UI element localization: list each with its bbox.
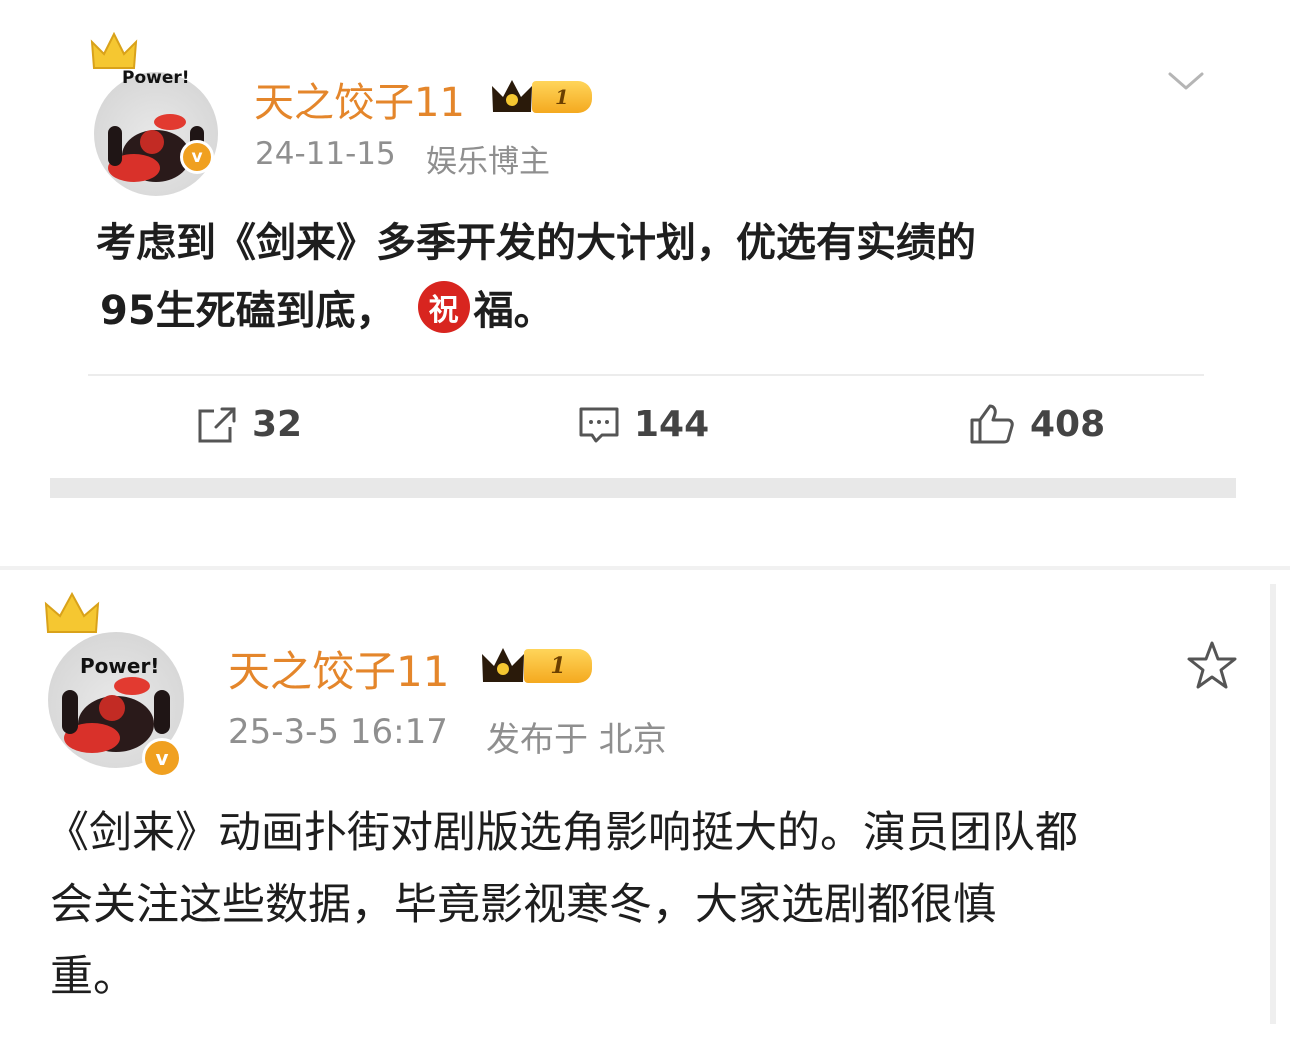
level-badge[interactable]: 1 (480, 646, 592, 686)
avatar-caption: Power! (80, 654, 160, 678)
post-date: 25-3-5 16:17 (228, 712, 448, 752)
crown-icon (482, 648, 524, 682)
post-text-line-2: 95生死磕到底， 祝 福。 (100, 278, 554, 336)
repost-count: 32 (252, 404, 303, 445)
scroll-edge (1270, 584, 1276, 1024)
post-text-line-3: 重。 (50, 952, 136, 1002)
post-text-segment: 95生死磕到底， (100, 288, 396, 334)
divider (50, 478, 1236, 498)
verified-icon: v (142, 738, 182, 778)
avatar-illustration (108, 114, 204, 182)
post-card-2: Power! v 天之饺子11 1 25-3-5 16:17 发布于 北京 《剑… (0, 570, 1290, 1041)
level-number: 1 (532, 81, 592, 113)
post-text-line-1: 《剑来》动画扑街对剧版选角影响挺大的。演员团队都 (46, 808, 1078, 858)
crown-icon (90, 32, 138, 69)
level-number: 1 (524, 649, 592, 683)
blessing-emoji: 祝 (417, 281, 470, 333)
crown-icon (44, 592, 100, 633)
post-text-line-2: 会关注这些数据，毕竟影视寒冬，大家选剧都很慎 (50, 880, 996, 930)
username[interactable]: 天之饺子11 (228, 638, 449, 699)
repost-icon (198, 407, 236, 442)
post-location: 发布于 北京 (486, 720, 667, 760)
post-card-1: Power! v 天之饺子11 1 24-11-15 娱乐博主 考虑到《剑来》多… (0, 0, 1290, 560)
author-tag: 娱乐博主 (426, 144, 550, 180)
post-text-segment: 福。 (473, 288, 554, 334)
level-badge[interactable]: 1 (490, 78, 592, 116)
post-date: 24-11-15 (255, 136, 396, 172)
star-icon[interactable] (1186, 640, 1238, 690)
like-icon (970, 404, 1014, 444)
divider (88, 374, 1204, 376)
like-button[interactable]: 408 (968, 402, 1105, 446)
avatar[interactable]: Power! v (40, 592, 190, 778)
avatar-caption: Power! (122, 68, 190, 88)
username[interactable]: 天之饺子11 (254, 70, 465, 128)
avatar[interactable]: Power! v (88, 32, 228, 196)
repost-button[interactable]: 32 (196, 404, 302, 445)
chevron-down-icon[interactable] (1166, 70, 1206, 94)
post-text-line-1: 考虑到《剑来》多季开发的大计划，优选有实绩的 (96, 220, 976, 266)
comment-button[interactable]: 144 (578, 404, 709, 445)
crown-icon (492, 80, 532, 112)
comment-icon (579, 407, 619, 442)
comment-count: 144 (634, 404, 710, 445)
like-count: 408 (1030, 403, 1106, 445)
verified-icon: v (180, 140, 214, 174)
